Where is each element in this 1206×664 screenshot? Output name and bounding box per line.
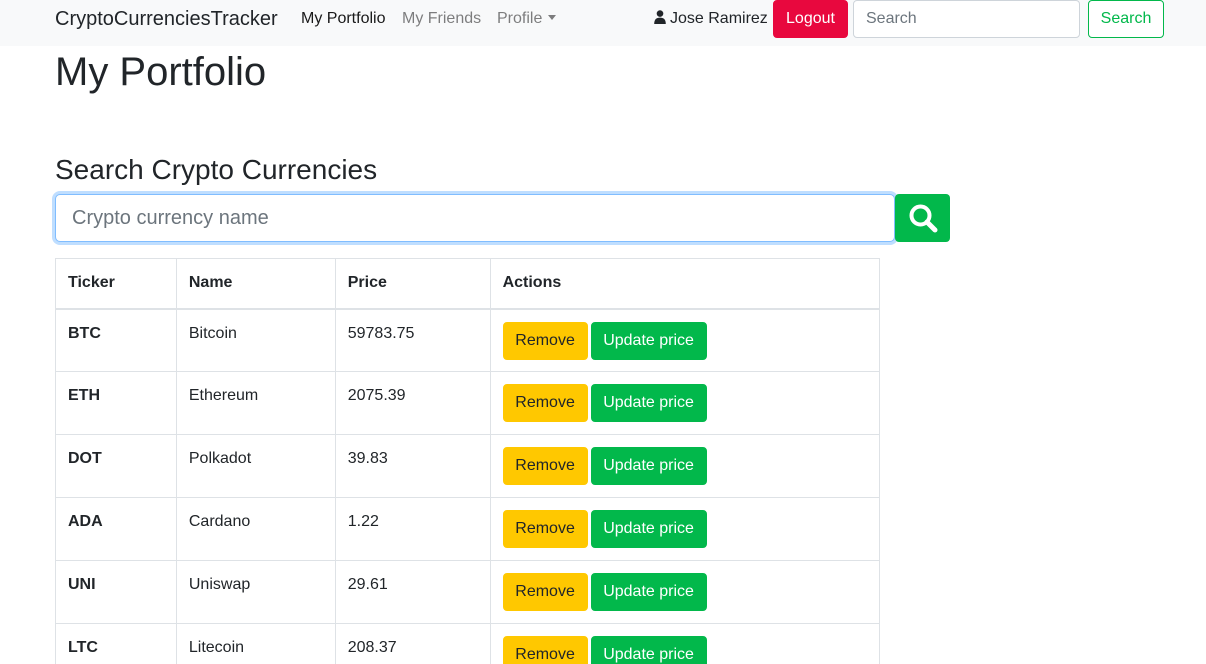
user-name: Jose Ramirez [670, 10, 768, 27]
update-price-button[interactable]: Update price [590, 384, 707, 422]
user-icon [654, 10, 666, 24]
table-row: DOT Polkadot 39.83 Remove Update price [55, 434, 881, 498]
ticker-cell: ETH [55, 371, 177, 435]
remove-button[interactable]: Remove [502, 447, 588, 485]
name-cell: Bitcoin [175, 308, 336, 372]
actions-cell: Remove Update price [489, 308, 881, 372]
column-header-actions: Actions [489, 258, 881, 310]
update-price-button[interactable]: Update price [590, 636, 707, 664]
navbar: CryptoCurrenciesTracker My Portfolio My … [0, 0, 1206, 46]
update-price-button[interactable]: Update price [590, 321, 707, 360]
table-header-row: Ticker Name Price Actions [55, 258, 881, 310]
price-cell: 59783.75 [334, 308, 491, 372]
update-price-button[interactable]: Update price [590, 510, 707, 548]
remove-button[interactable]: Remove [502, 384, 588, 422]
table-row: BTC Bitcoin 59783.75 Remove Update price [55, 308, 881, 372]
price-cell: 1.22 [334, 497, 491, 561]
portfolio-table: Ticker Name Price Actions BTC Bitcoin 59… [55, 258, 881, 664]
actions-cell: Remove Update price [489, 623, 881, 664]
crypto-search-button[interactable] [895, 194, 950, 242]
brand-link[interactable]: CryptoCurrenciesTracker [55, 8, 278, 30]
navbar-search-button[interactable]: Search [1088, 0, 1164, 38]
table-row: ETH Ethereum 2075.39 Remove Update price [55, 371, 881, 435]
price-cell: 208.37 [334, 623, 491, 664]
remove-button[interactable]: Remove [502, 636, 588, 664]
name-cell: Uniswap [175, 560, 336, 624]
navbar-search-input[interactable] [853, 0, 1080, 38]
actions-cell: Remove Update price [489, 560, 881, 624]
update-price-button[interactable]: Update price [590, 573, 707, 611]
price-cell: 29.61 [334, 560, 491, 624]
actions-cell: Remove Update price [489, 497, 881, 561]
actions-cell: Remove Update price [489, 434, 881, 498]
nav-link-my-portfolio[interactable]: My Portfolio [301, 10, 385, 28]
crypto-search-input[interactable] [55, 194, 895, 242]
column-header-ticker: Ticker [55, 258, 177, 310]
name-cell: Cardano [175, 497, 336, 561]
remove-button[interactable]: Remove [502, 573, 588, 611]
table-row: UNI Uniswap 29.61 Remove Update price [55, 560, 881, 624]
price-cell: 39.83 [334, 434, 491, 498]
current-user: Jose Ramirez [654, 10, 768, 28]
remove-button[interactable]: Remove [502, 510, 588, 548]
nav-dropdown-profile[interactable]: Profile [497, 10, 557, 28]
logout-button[interactable]: Logout [773, 0, 848, 38]
update-price-button[interactable]: Update price [590, 447, 707, 485]
name-cell: Litecoin [175, 623, 336, 664]
remove-button[interactable]: Remove [502, 321, 588, 360]
actions-cell: Remove Update price [489, 371, 881, 435]
nav-link-my-friends[interactable]: My Friends [402, 10, 481, 28]
table-row: LTC Litecoin 208.37 Remove Update price [55, 623, 881, 664]
page-title: My Portfolio [55, 50, 267, 94]
name-cell: Polkadot [175, 434, 336, 498]
nav-dropdown-profile-label: Profile [497, 10, 543, 27]
column-header-name: Name [175, 258, 336, 310]
ticker-cell: ADA [55, 497, 177, 561]
search-icon [909, 204, 937, 233]
ticker-cell: LTC [55, 623, 177, 664]
ticker-cell: UNI [55, 560, 177, 624]
ticker-cell: BTC [55, 308, 177, 372]
search-section-title: Search Crypto Currencies [55, 154, 378, 185]
ticker-cell: DOT [55, 434, 177, 498]
name-cell: Ethereum [175, 371, 336, 435]
column-header-price: Price [334, 258, 491, 310]
price-cell: 2075.39 [334, 371, 491, 435]
table-row: ADA Cardano 1.22 Remove Update price [55, 497, 881, 561]
chevron-down-icon [548, 15, 557, 20]
